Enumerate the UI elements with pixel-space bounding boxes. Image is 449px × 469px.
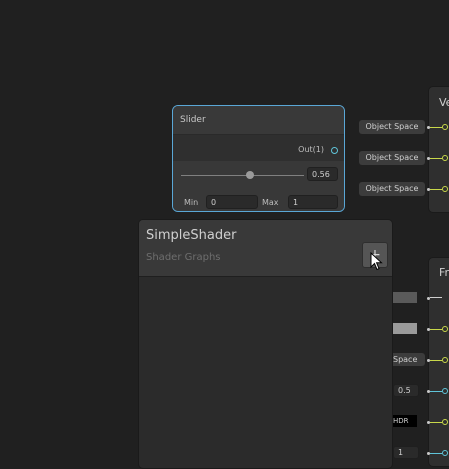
blackboard-subtitle[interactable]: Shader Graphs	[146, 252, 221, 263]
wire	[430, 158, 442, 159]
vector-port[interactable]	[442, 124, 448, 130]
hdr-color-field[interactable]: HDR	[393, 415, 417, 427]
object-space-dropdown-3[interactable]: Object Space	[359, 182, 425, 196]
vertex-master-title: Ve	[439, 96, 449, 109]
blackboard-header[interactable]: SimpleShader Shader Graphs +	[139, 220, 392, 277]
wire	[430, 297, 442, 298]
vertex-master-node[interactable]: Ve	[428, 86, 449, 213]
input-dot	[427, 297, 430, 300]
slider-node-header[interactable]: Slider	[173, 106, 344, 135]
wire	[430, 329, 442, 330]
int-field[interactable]: 1	[393, 446, 419, 459]
output-port[interactable]	[331, 147, 338, 154]
slider-node-title: Slider	[180, 115, 206, 125]
wire	[430, 360, 442, 361]
wire	[430, 189, 442, 190]
space-dropdown[interactable]: Space	[393, 353, 425, 366]
float-field[interactable]: 0.5	[393, 384, 419, 397]
float-port[interactable]	[442, 388, 448, 394]
blackboard-title: SimpleShader	[146, 228, 237, 243]
slider-output-row: Out(1)	[173, 135, 344, 161]
wire	[430, 453, 442, 454]
object-space-dropdown-2[interactable]: Object Space	[359, 151, 425, 165]
mouse-cursor-icon	[370, 252, 383, 271]
min-field[interactable]: 0	[206, 195, 258, 209]
wire	[430, 127, 442, 128]
slider-value-field[interactable]: 0.56	[307, 167, 338, 181]
float-port[interactable]	[442, 450, 448, 456]
output-label: Out(1)	[298, 145, 324, 154]
vector-port[interactable]	[442, 326, 448, 332]
wire	[430, 422, 442, 423]
slider-node-body: 0.56 Min 0 Max 1	[173, 162, 344, 211]
max-label: Max	[262, 198, 279, 207]
vector-port[interactable]	[442, 155, 448, 161]
slider-node[interactable]: Slider Out(1) 0.56 Min 0 Max 1	[172, 105, 345, 212]
vector-port[interactable]	[442, 357, 448, 363]
fragment-master-title: Fr	[439, 266, 449, 279]
vector-port[interactable]	[442, 419, 448, 425]
slider-thumb[interactable]	[246, 171, 254, 179]
wire	[430, 391, 442, 392]
slider-track[interactable]	[181, 175, 304, 176]
object-space-dropdown-1[interactable]: Object Space	[359, 120, 425, 134]
color-swatch[interactable]	[393, 292, 417, 303]
blackboard-panel[interactable]: SimpleShader Shader Graphs +	[138, 219, 393, 469]
color-swatch[interactable]	[393, 323, 417, 334]
max-field[interactable]: 1	[288, 195, 338, 209]
min-label: Min	[184, 198, 199, 207]
vector-port[interactable]	[442, 186, 448, 192]
